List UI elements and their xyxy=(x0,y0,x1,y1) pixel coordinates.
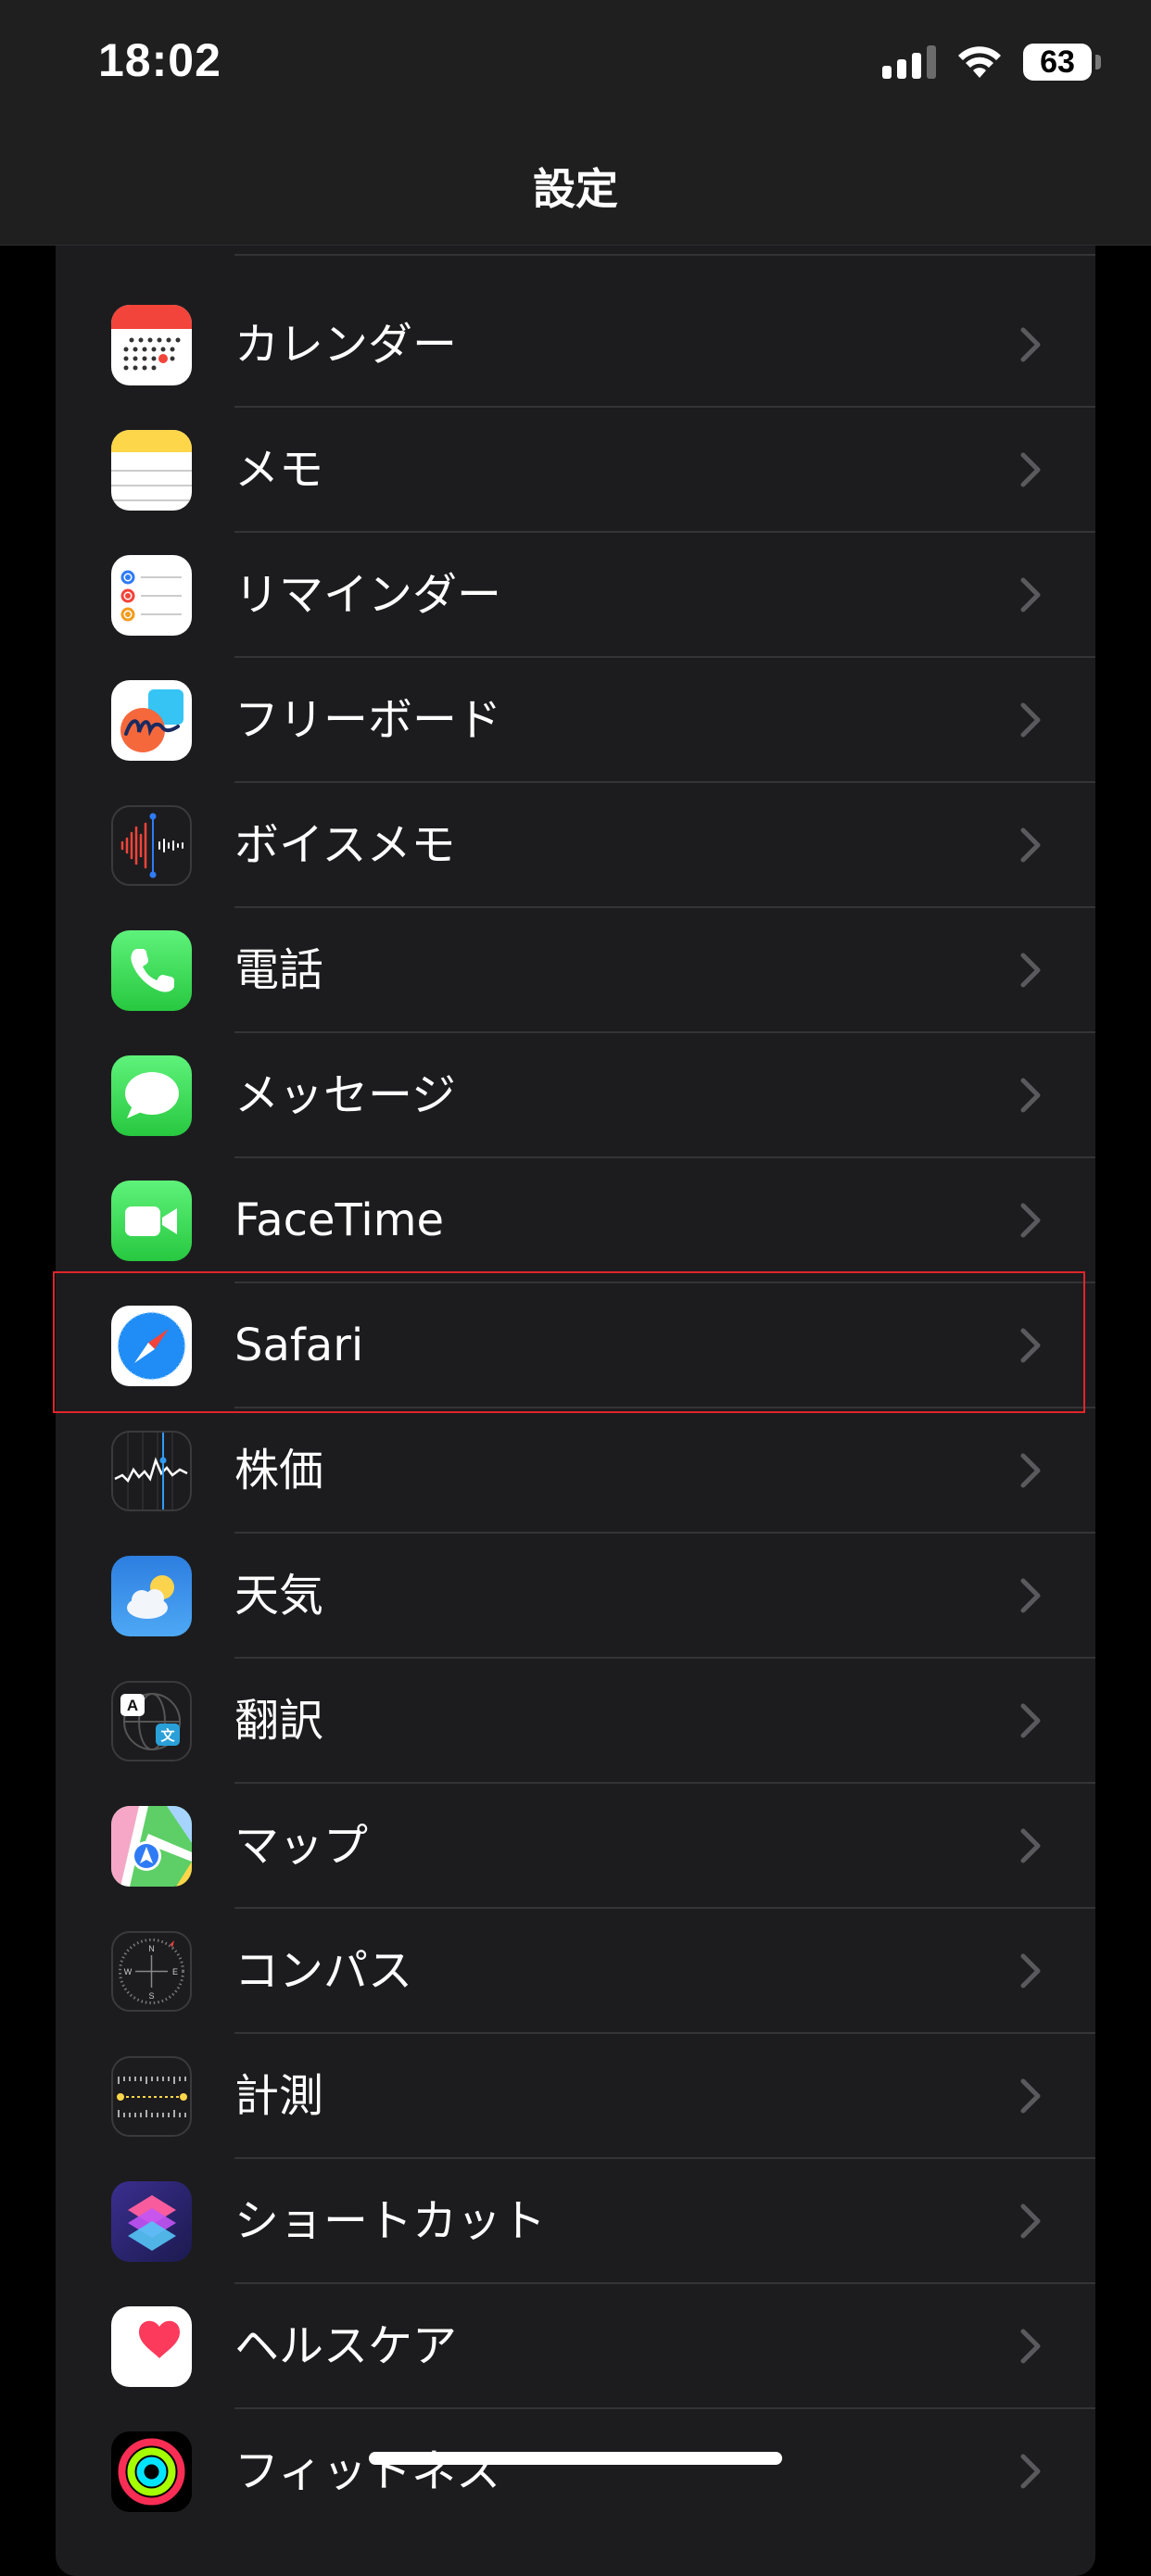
wifi-icon xyxy=(958,46,1001,78)
settings-row-freeform[interactable]: フリーボード xyxy=(56,658,1095,783)
status-icons: 63 xyxy=(882,41,1101,83)
settings-row-label: 翻訳 xyxy=(234,1695,324,1747)
svg-text:文: 文 xyxy=(160,1727,175,1744)
health-icon xyxy=(111,2306,192,2387)
settings-row-compass[interactable]: N S W E コンパス xyxy=(56,1909,1095,2034)
settings-row-calendar[interactable]: カレンダー xyxy=(56,283,1095,408)
settings-row-label: 電話 xyxy=(234,944,324,996)
settings-row-label: メモ xyxy=(234,444,324,496)
navigation-header: 18:02 63 設定 xyxy=(0,0,1151,246)
settings-row-label: コンパス xyxy=(234,1945,413,1997)
settings-row-voice-memos[interactable]: ボイスメモ xyxy=(56,783,1095,908)
settings-row-label: 計測 xyxy=(234,2070,324,2122)
messages-icon xyxy=(111,1055,192,1136)
svg-text:S: S xyxy=(148,1991,154,2001)
chevron-right-icon xyxy=(1020,953,1041,988)
chevron-right-icon xyxy=(1020,2454,1041,2489)
svg-text:N: N xyxy=(148,1944,155,1953)
settings-row-label: フィットネス xyxy=(234,2445,501,2497)
measure-icon xyxy=(111,2056,192,2137)
chevron-right-icon xyxy=(1020,452,1041,487)
settings-row-label: Safari xyxy=(234,1320,364,1371)
settings-row-notes[interactable]: メモ xyxy=(56,408,1095,533)
settings-row-weather[interactable]: 天気 xyxy=(56,1534,1095,1659)
translate-icon: A 文 xyxy=(111,1681,192,1762)
svg-text:W: W xyxy=(124,1967,133,1976)
settings-row-label: ヘルスケア xyxy=(234,2320,458,2372)
chevron-right-icon xyxy=(1020,1078,1041,1113)
reminders-icon xyxy=(111,555,192,636)
settings-row-messages[interactable]: メッセージ xyxy=(56,1033,1095,1158)
chevron-right-icon xyxy=(1020,1828,1041,1863)
settings-row-stocks[interactable]: 株価 xyxy=(56,1408,1095,1534)
settings-row-phone[interactable]: 電話 xyxy=(56,908,1095,1033)
calendar-icon xyxy=(111,305,192,385)
chevron-right-icon xyxy=(1020,1703,1041,1738)
settings-row-label: 株価 xyxy=(234,1445,324,1496)
settings-row-facetime[interactable]: FaceTime xyxy=(56,1158,1095,1283)
chevron-right-icon xyxy=(1020,1203,1041,1238)
fitness-icon xyxy=(111,2431,192,2512)
settings-row-label: ボイスメモ xyxy=(234,819,456,871)
settings-row-label: メッセージ xyxy=(234,1069,457,1121)
safari-icon xyxy=(111,1306,192,1386)
chevron-right-icon xyxy=(1020,1453,1041,1488)
battery-icon: 63 xyxy=(1023,44,1101,81)
svg-text:A: A xyxy=(127,1697,138,1714)
chevron-right-icon xyxy=(1020,327,1041,362)
settings-row-label: ショートカット xyxy=(234,2195,547,2247)
settings-row-maps[interactable]: マップ xyxy=(56,1784,1095,1909)
settings-row-measure[interactable]: 計測 xyxy=(56,2034,1095,2159)
settings-row-label: カレンダー xyxy=(234,319,458,371)
settings-row-shortcuts[interactable]: ショートカット xyxy=(56,2159,1095,2284)
voice-memos-icon xyxy=(111,805,192,886)
settings-row-label: リマインダー xyxy=(234,569,502,621)
chevron-right-icon xyxy=(1020,2203,1041,2239)
settings-row-label: 天気 xyxy=(234,1570,324,1622)
chevron-right-icon xyxy=(1020,702,1041,738)
chevron-right-icon xyxy=(1020,1328,1041,1363)
phone-icon xyxy=(111,930,192,1011)
chevron-right-icon xyxy=(1020,1578,1041,1613)
maps-icon xyxy=(111,1806,192,1887)
facetime-icon xyxy=(111,1181,192,1261)
svg-text:E: E xyxy=(172,1967,178,1976)
stocks-icon xyxy=(111,1431,192,1511)
settings-row-fitness[interactable]: フィットネス xyxy=(56,2409,1095,2534)
compass-icon: N S W E xyxy=(111,1931,192,2012)
settings-row-health[interactable]: ヘルスケア xyxy=(56,2284,1095,2409)
weather-icon xyxy=(111,1556,192,1636)
home-indicator[interactable] xyxy=(369,2452,782,2465)
notes-icon xyxy=(111,430,192,511)
chevron-right-icon xyxy=(1020,577,1041,612)
chevron-right-icon xyxy=(1020,2329,1041,2364)
chevron-right-icon xyxy=(1020,1953,1041,1989)
settings-row-translate[interactable]: A 文 翻訳 xyxy=(56,1659,1095,1784)
freeform-icon xyxy=(111,680,192,761)
settings-row-label: FaceTime xyxy=(234,1194,445,1246)
chevron-right-icon xyxy=(1020,2078,1041,2114)
shortcuts-icon xyxy=(111,2181,192,2262)
status-time: 18:02 xyxy=(98,34,221,86)
settings-row-label: マップ xyxy=(234,1820,369,1872)
settings-row-reminders[interactable]: リマインダー xyxy=(56,533,1095,658)
settings-row-safari[interactable]: Safari xyxy=(56,1283,1095,1408)
settings-list: カレンダー メモ リマインダー フリーボード ボイスメモ 電話 メッセージ Fa… xyxy=(56,167,1095,2576)
chevron-right-icon xyxy=(1020,827,1041,863)
cellular-signal-icon xyxy=(882,45,936,79)
page-title: 設定 xyxy=(533,164,618,214)
settings-row-label: フリーボード xyxy=(234,694,502,746)
